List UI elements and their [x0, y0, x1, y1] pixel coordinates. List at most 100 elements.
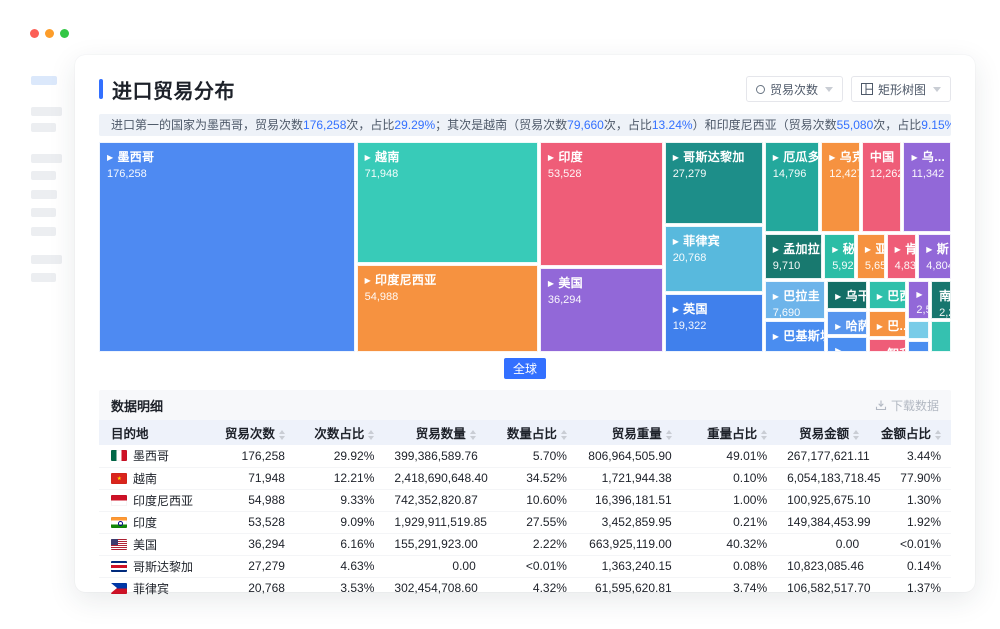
treemap-node-巴拉圭[interactable]: ▶巴拉圭7,690 [765, 281, 825, 319]
treemap-node-乌干达[interactable]: ▶乌干达 [827, 281, 867, 309]
country-name: 菲律宾 [133, 580, 169, 597]
summary-segment: ）和印度尼西亚（贸易次数 [693, 118, 837, 132]
close-button[interactable] [30, 29, 39, 38]
column-header-8[interactable]: 金额占比 [869, 420, 951, 445]
treemap-node-label: ▶菲律宾 [673, 232, 762, 249]
treemap-node-block-28[interactable]: ▶ [908, 341, 929, 352]
value-cell: 149,384,453.99 [777, 511, 869, 533]
flag-icon-us [111, 539, 127, 550]
data-detail-section: 数据明细 下载数据 目的地贸易次数次数占比贸易数量数量占比贸易重量重量占比贸易金… [99, 390, 951, 599]
treemap-node-厄瓜多尔[interactable]: ▶厄瓜多尔14,796 [765, 142, 819, 232]
sort-icon[interactable] [368, 430, 374, 440]
summary-segment: 176,258 [303, 118, 346, 132]
table-row: 印度尼西亚54,9889.33%742,352,820.8710.60%16,3… [99, 489, 951, 511]
country-name: 印度尼西亚 [133, 492, 193, 509]
treemap-node-南[interactable]: 南2,2 [931, 281, 951, 319]
treemap-node-block-27[interactable] [908, 321, 929, 339]
treemap-node-label: ▶ [835, 343, 866, 352]
treemap-node-value: 27,279 [673, 168, 762, 180]
sort-icon[interactable] [935, 430, 941, 440]
expand-icon: ▶ [365, 276, 371, 285]
column-header-1[interactable]: 贸易次数 [206, 420, 295, 445]
treemap-node-巴...[interactable]: ▶巴... [869, 311, 907, 337]
value-cell: 1,721,944.38 [577, 467, 682, 489]
zoom-button[interactable] [60, 29, 69, 38]
treemap-node-value: 36,294 [548, 294, 662, 306]
treemap-node-中国[interactable]: 中国12,262 [862, 142, 902, 232]
treemap-node-哥斯达黎加[interactable]: ▶哥斯达黎加27,279 [665, 142, 763, 224]
chart-type-select[interactable]: 矩形树图 [851, 76, 951, 102]
sort-icon[interactable] [761, 430, 767, 440]
treemap-node-秘鲁[interactable]: ▶秘鲁5,924 [824, 234, 855, 279]
treemap-node-英国[interactable]: ▶英国19,322 [665, 294, 763, 352]
flag-icon-id [111, 495, 127, 506]
treemap-node-乌克兰[interactable]: ▶乌克兰12,427 [821, 142, 860, 232]
treemap-node-肯[interactable]: ▶肯 4,836 [887, 234, 917, 279]
summary-text: 进口第一的国家为墨西哥，贸易次数176,258次，占比29.29%；其次是越南（… [99, 114, 951, 136]
treemap-node-block-25[interactable]: ▶2,5 [908, 281, 929, 319]
treemap-node-孟加拉国[interactable]: ▶孟加拉国9,710 [765, 234, 822, 279]
treemap-node-菲律宾[interactable]: ▶菲律宾20,768 [665, 226, 763, 292]
treemap-node-value: 4,804 [926, 260, 950, 272]
value-cell: 53,528 [206, 511, 295, 533]
value-cell: 6.16% [295, 533, 384, 555]
country-name: 墨西哥 [133, 447, 169, 464]
metric-select[interactable]: 贸易次数 [746, 76, 843, 102]
column-header-6[interactable]: 重量占比 [682, 420, 777, 445]
treemap-node-哈萨...[interactable]: ▶哈萨... [827, 311, 867, 335]
expand-icon: ▶ [365, 153, 371, 162]
treemap-node-value: 2,2 [939, 307, 950, 319]
treemap-node-value: 19,322 [673, 320, 762, 332]
expand-icon: ▶ [916, 350, 922, 352]
column-header-4[interactable]: 数量占比 [486, 420, 577, 445]
treemap-node-乌...[interactable]: ▶乌...11,342 [903, 142, 951, 232]
minimize-button[interactable] [45, 29, 54, 38]
treemap-node-印度[interactable]: ▶印度53,528 [540, 142, 663, 266]
value-cell: 9.33% [295, 489, 384, 511]
sort-icon[interactable] [470, 430, 476, 440]
value-cell: 3.53% [295, 577, 384, 599]
expand-icon: ▶ [877, 322, 883, 331]
treemap-node-value: 12,262 [870, 168, 901, 180]
title-accent-bar [99, 79, 103, 99]
column-header-2[interactable]: 次数占比 [295, 420, 384, 445]
treemap-node-label: ▶美国 [548, 274, 662, 291]
summary-segment: 55,080 [837, 118, 874, 132]
expand-icon: ▶ [916, 290, 922, 299]
column-header-3[interactable]: 贸易数量 [384, 420, 485, 445]
treemap-node-value: 4,836 [895, 260, 916, 272]
value-cell: 267,177,621.11 [777, 445, 869, 467]
destination-cell: 印度 [99, 511, 206, 533]
treemap-node-亚[interactable]: ▶亚5,650 [857, 234, 885, 279]
treemap-node-label: ▶肯 [895, 240, 916, 257]
sort-icon[interactable] [279, 430, 285, 440]
treemap-node-智利[interactable]: ▶智利 [869, 339, 907, 352]
expand-icon: ▶ [865, 245, 871, 254]
global-scope-button[interactable]: 全球 [504, 358, 546, 379]
value-cell: 36,294 [206, 533, 295, 555]
treemap-node-value: 176,258 [107, 168, 354, 180]
treemap-node-越南[interactable]: ▶越南71,948 [357, 142, 538, 263]
table-row: 菲律宾20,7683.53%302,454,708.604.32%61,595,… [99, 577, 951, 599]
treemap-node-block-29[interactable] [931, 321, 951, 352]
expand-icon: ▶ [911, 153, 917, 162]
treemap-node-斯[interactable]: ▶斯4,804 [918, 234, 951, 279]
treemap-icon [861, 83, 873, 95]
download-data-button[interactable]: 下载数据 [875, 397, 939, 414]
column-header-7[interactable]: 贸易金额 [777, 420, 869, 445]
treemap-node-block-21[interactable]: ▶ [827, 337, 867, 352]
column-header-5[interactable]: 贸易重量 [577, 420, 682, 445]
treemap: ▶墨西哥176,258▶越南71,948▶印度尼西亚54,988▶印度53,52… [99, 142, 951, 352]
treemap-node-巴西[interactable]: ▶巴西 [869, 281, 907, 309]
treemap-node-美国[interactable]: ▶美国 36,294 [540, 268, 663, 352]
value-cell: 20,768 [206, 577, 295, 599]
treemap-node-巴基斯坦[interactable]: ▶巴基斯坦 [765, 321, 825, 352]
treemap-node-墨西哥[interactable]: ▶墨西哥176,258 [99, 142, 355, 352]
sort-icon[interactable] [666, 430, 672, 440]
treemap-node-印度尼西亚[interactable]: ▶印度尼西亚54,988 [357, 265, 538, 352]
column-header-0: 目的地 [99, 420, 206, 445]
sort-icon[interactable] [561, 430, 567, 440]
flag-icon-mx [111, 450, 127, 461]
sort-icon[interactable] [853, 430, 859, 440]
treemap-node-label: ▶巴拉圭 [773, 287, 824, 304]
